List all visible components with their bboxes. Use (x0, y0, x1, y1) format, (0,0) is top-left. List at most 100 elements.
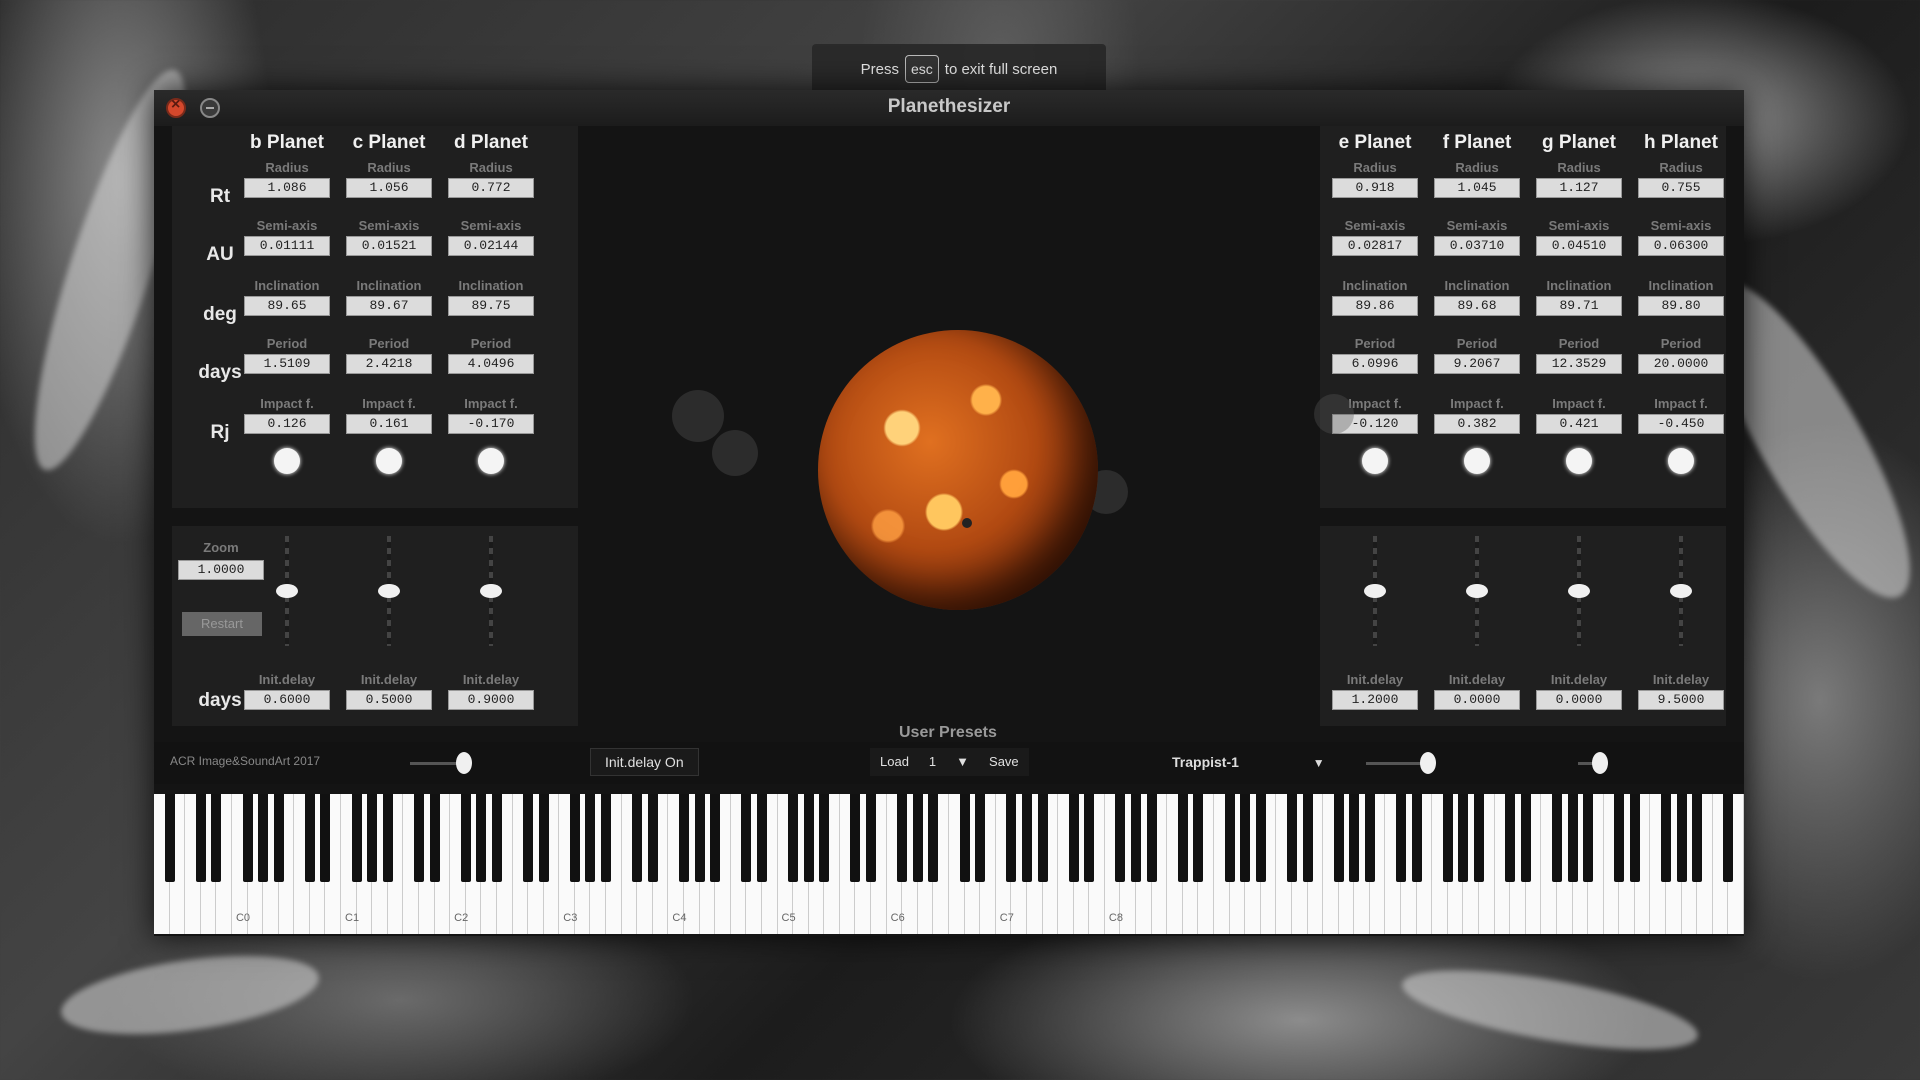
black-key[interactable] (1115, 794, 1126, 882)
black-key[interactable] (1255, 794, 1266, 882)
black-key[interactable] (1084, 794, 1095, 882)
preset-name-select[interactable]: Trappist-1 ▼ (1172, 754, 1325, 770)
preset-number-select[interactable]: 1 (919, 748, 946, 776)
black-key[interactable] (273, 794, 284, 882)
piano-keyboard[interactable]: ◀ C0C1C2C3C4C5C6C7C8 (154, 794, 1744, 934)
inclination-field[interactable]: 89.67 (346, 296, 432, 316)
radius-field[interactable]: 0.755 (1638, 178, 1724, 198)
init-delay-field[interactable]: 9.5000 (1638, 690, 1724, 710)
pitch-slider-thumb[interactable] (1420, 752, 1436, 774)
impact-field[interactable]: 0.421 (1536, 414, 1622, 434)
period-field[interactable]: 1.5109 (244, 354, 330, 374)
black-key[interactable] (1364, 794, 1375, 882)
planet-toggle-button[interactable] (1668, 448, 1694, 474)
delay-slider-thumb[interactable] (378, 584, 400, 598)
black-key[interactable] (351, 794, 362, 882)
black-key[interactable] (912, 794, 923, 882)
planet-toggle-button[interactable] (1464, 448, 1490, 474)
radius-field[interactable]: 1.056 (346, 178, 432, 198)
black-key[interactable] (1551, 794, 1562, 882)
black-key[interactable] (429, 794, 440, 882)
black-key[interactable] (1442, 794, 1453, 882)
impact-field[interactable]: -0.450 (1638, 414, 1724, 434)
delay-slider-thumb[interactable] (1568, 584, 1590, 598)
black-key[interactable] (242, 794, 253, 882)
semi-axis-field[interactable]: 0.01521 (346, 236, 432, 256)
impact-field[interactable]: 0.382 (1434, 414, 1520, 434)
black-key[interactable] (1505, 794, 1516, 882)
init-delay-field[interactable]: 1.2000 (1332, 690, 1418, 710)
inclination-field[interactable]: 89.75 (448, 296, 534, 316)
black-key[interactable] (569, 794, 580, 882)
semi-axis-field[interactable]: 0.03710 (1434, 236, 1520, 256)
black-key[interactable] (460, 794, 471, 882)
impact-field[interactable]: 0.161 (346, 414, 432, 434)
black-key[interactable] (1131, 794, 1142, 882)
black-key[interactable] (1661, 794, 1672, 882)
pitch-slider-track[interactable] (1366, 762, 1426, 765)
delay-slider-thumb[interactable] (480, 584, 502, 598)
black-key[interactable] (476, 794, 487, 882)
black-key[interactable] (1006, 794, 1017, 882)
semi-axis-field[interactable]: 0.06300 (1638, 236, 1724, 256)
load-button[interactable]: Load (870, 748, 919, 776)
black-key[interactable] (1037, 794, 1048, 882)
black-key[interactable] (538, 794, 549, 882)
black-key[interactable] (803, 794, 814, 882)
period-field[interactable]: 9.2067 (1434, 354, 1520, 374)
planet-toggle-button[interactable] (274, 448, 300, 474)
black-key[interactable] (850, 794, 861, 882)
planet-toggle-button[interactable] (478, 448, 504, 474)
black-key[interactable] (975, 794, 986, 882)
zoom-field[interactable]: 1.0000 (178, 560, 264, 580)
period-field[interactable]: 20.0000 (1638, 354, 1724, 374)
restart-button[interactable]: Restart (182, 612, 262, 636)
black-key[interactable] (1021, 794, 1032, 882)
delay-slider-thumb[interactable] (276, 584, 298, 598)
black-key[interactable] (897, 794, 908, 882)
black-key[interactable] (258, 794, 269, 882)
black-key[interactable] (367, 794, 378, 882)
inclination-field[interactable]: 89.68 (1434, 296, 1520, 316)
black-key[interactable] (1349, 794, 1360, 882)
black-key[interactable] (959, 794, 970, 882)
black-key[interactable] (1567, 794, 1578, 882)
black-key[interactable] (1629, 794, 1640, 882)
init-delay-field[interactable]: 0.6000 (244, 690, 330, 710)
inclination-field[interactable]: 89.86 (1332, 296, 1418, 316)
black-key[interactable] (1193, 794, 1204, 882)
impact-field[interactable]: 0.126 (244, 414, 330, 434)
black-key[interactable] (320, 794, 331, 882)
black-key[interactable] (491, 794, 502, 882)
chevron-down-icon[interactable]: ▼ (946, 748, 979, 776)
period-field[interactable]: 12.3529 (1536, 354, 1622, 374)
save-button[interactable]: Save (979, 748, 1029, 776)
semi-axis-field[interactable]: 0.04510 (1536, 236, 1622, 256)
period-field[interactable]: 2.4218 (346, 354, 432, 374)
black-key[interactable] (1068, 794, 1079, 882)
black-key[interactable] (1146, 794, 1157, 882)
init-delay-toggle[interactable]: Init.delay On (590, 748, 699, 776)
black-key[interactable] (1723, 794, 1734, 882)
black-key[interactable] (211, 794, 222, 882)
inclination-field[interactable]: 89.71 (1536, 296, 1622, 316)
black-key[interactable] (1286, 794, 1297, 882)
black-key[interactable] (679, 794, 689, 882)
init-delay-field[interactable]: 0.5000 (346, 690, 432, 710)
black-key[interactable] (928, 794, 939, 882)
black-key[interactable] (694, 794, 705, 882)
black-key[interactable] (195, 794, 206, 882)
black-key[interactable] (1614, 794, 1625, 882)
black-key[interactable] (585, 794, 596, 882)
radius-field[interactable]: 1.086 (244, 178, 330, 198)
inclination-field[interactable]: 89.65 (244, 296, 330, 316)
black-key[interactable] (1583, 794, 1594, 882)
init-delay-field[interactable]: 0.0000 (1434, 690, 1520, 710)
black-key[interactable] (382, 794, 393, 882)
inclination-field[interactable]: 89.80 (1638, 296, 1724, 316)
radius-field[interactable]: 1.045 (1434, 178, 1520, 198)
radius-field[interactable]: 0.772 (448, 178, 534, 198)
black-key[interactable] (523, 794, 534, 882)
radius-field[interactable]: 1.127 (1536, 178, 1622, 198)
impact-field[interactable]: -0.170 (448, 414, 534, 434)
